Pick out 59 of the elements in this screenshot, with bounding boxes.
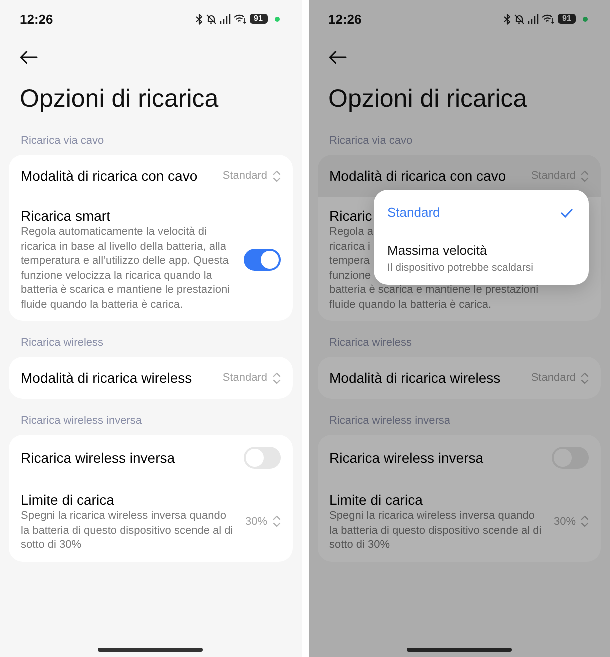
chevron-up-down-icon: [581, 515, 589, 528]
page-title: Opzioni di ricarica: [328, 84, 528, 114]
value-dropdown[interactable]: 30%: [554, 515, 589, 528]
section-header: Ricarica wireless: [21, 336, 104, 350]
setting-title: Modalità di ricarica wireless: [21, 369, 192, 387]
bell-off-icon: [206, 14, 216, 24]
description-line: Regola a: [330, 225, 374, 240]
indicator-dot-icon: [274, 16, 280, 22]
wifi-icon: [542, 14, 555, 24]
setting-title: Limite di carica: [330, 491, 423, 509]
value-dropdown[interactable]: Standard: [222, 372, 280, 384]
chevron-up-down-icon: [272, 170, 280, 182]
value-dropdown[interactable]: Standard: [531, 372, 589, 384]
section-header: Ricarica wireless: [330, 336, 412, 350]
signal-bars-icon: [220, 14, 230, 24]
battery-indicator: 91: [558, 14, 576, 24]
indicator-dot-icon: [583, 16, 588, 22]
section-header: Ricarica via cavo: [330, 134, 413, 148]
chevron-up-down-icon: [581, 170, 589, 182]
bell-off-icon: [514, 14, 525, 24]
description-line: funzione: [330, 268, 372, 283]
setting-title: Ricarica wireless inversa: [21, 449, 176, 467]
description-line: fluide quando la batteria è carica.: [330, 298, 492, 312]
setting-title: Ricaric: [330, 207, 372, 225]
setting-description: Spegni la ricarica wireless inversa quando la batteria di questo dispositivo scende al di sotto di 30%: [21, 509, 234, 552]
chevron-up-down-icon: [272, 372, 280, 384]
chevron-up-down-icon: [581, 372, 589, 384]
setting-description: Spegni la ricarica wireless inversa quando la batteria di questo dispositivo scende al di sotto di 30%: [330, 509, 543, 552]
section-header: Ricarica wireless inversa: [330, 414, 451, 428]
toggle-switch[interactable]: [244, 248, 280, 270]
setting-title: Modalità di ricarica wireless: [330, 369, 501, 387]
section-header: Ricarica via cavo: [21, 134, 104, 148]
setting-title: Ricarica smart: [21, 207, 110, 225]
option-description: Il dispositivo potrebbe scaldarsi: [388, 260, 534, 274]
battery-indicator: 91: [250, 14, 268, 24]
back-arrow-icon[interactable]: [20, 50, 38, 64]
bluetooth-icon: [196, 14, 202, 24]
chevron-up-down-icon: [272, 515, 280, 528]
wifi-icon: [234, 14, 246, 24]
status-time: 12:26: [20, 12, 54, 26]
description-line: tempera: [330, 254, 370, 268]
menu-option[interactable]: Massima velocità Il dispositivo potrebbe scaldarsi: [374, 236, 588, 281]
status-time: 12:26: [328, 12, 362, 26]
toggle-switch[interactable]: [244, 447, 280, 469]
check-icon: [560, 208, 572, 218]
value-dropdown[interactable]: 30%: [245, 515, 280, 528]
page-title: Opzioni di ricarica: [19, 84, 220, 114]
description-line: batteria è scarica e mantiene le prestazioni: [330, 283, 539, 298]
setting-description: Regola automaticamente la velocità di ricarica in base al livello della batteria, alla temperatura e all’utilizzo delle app. Questa funzione velocizza la ricarica quando la batteria è scarica e mantiene le prestazioni fluide quando la batteria è carica.: [21, 225, 232, 312]
section-header: Ricarica wireless inversa: [21, 414, 142, 428]
value-dropdown[interactable]: Standard: [222, 170, 280, 182]
setting-title: Modalità di ricarica con cavo: [330, 167, 506, 185]
setting-title: Modalità di ricarica con cavo: [21, 167, 198, 185]
setting-title: Ricarica wireless inversa: [330, 449, 484, 467]
signal-bars-icon: [528, 14, 539, 24]
setting-title: Limite di carica: [21, 491, 114, 509]
back-arrow-icon[interactable]: [328, 50, 346, 64]
description-line: ricarica i: [330, 240, 370, 254]
bluetooth-icon: [504, 14, 511, 24]
